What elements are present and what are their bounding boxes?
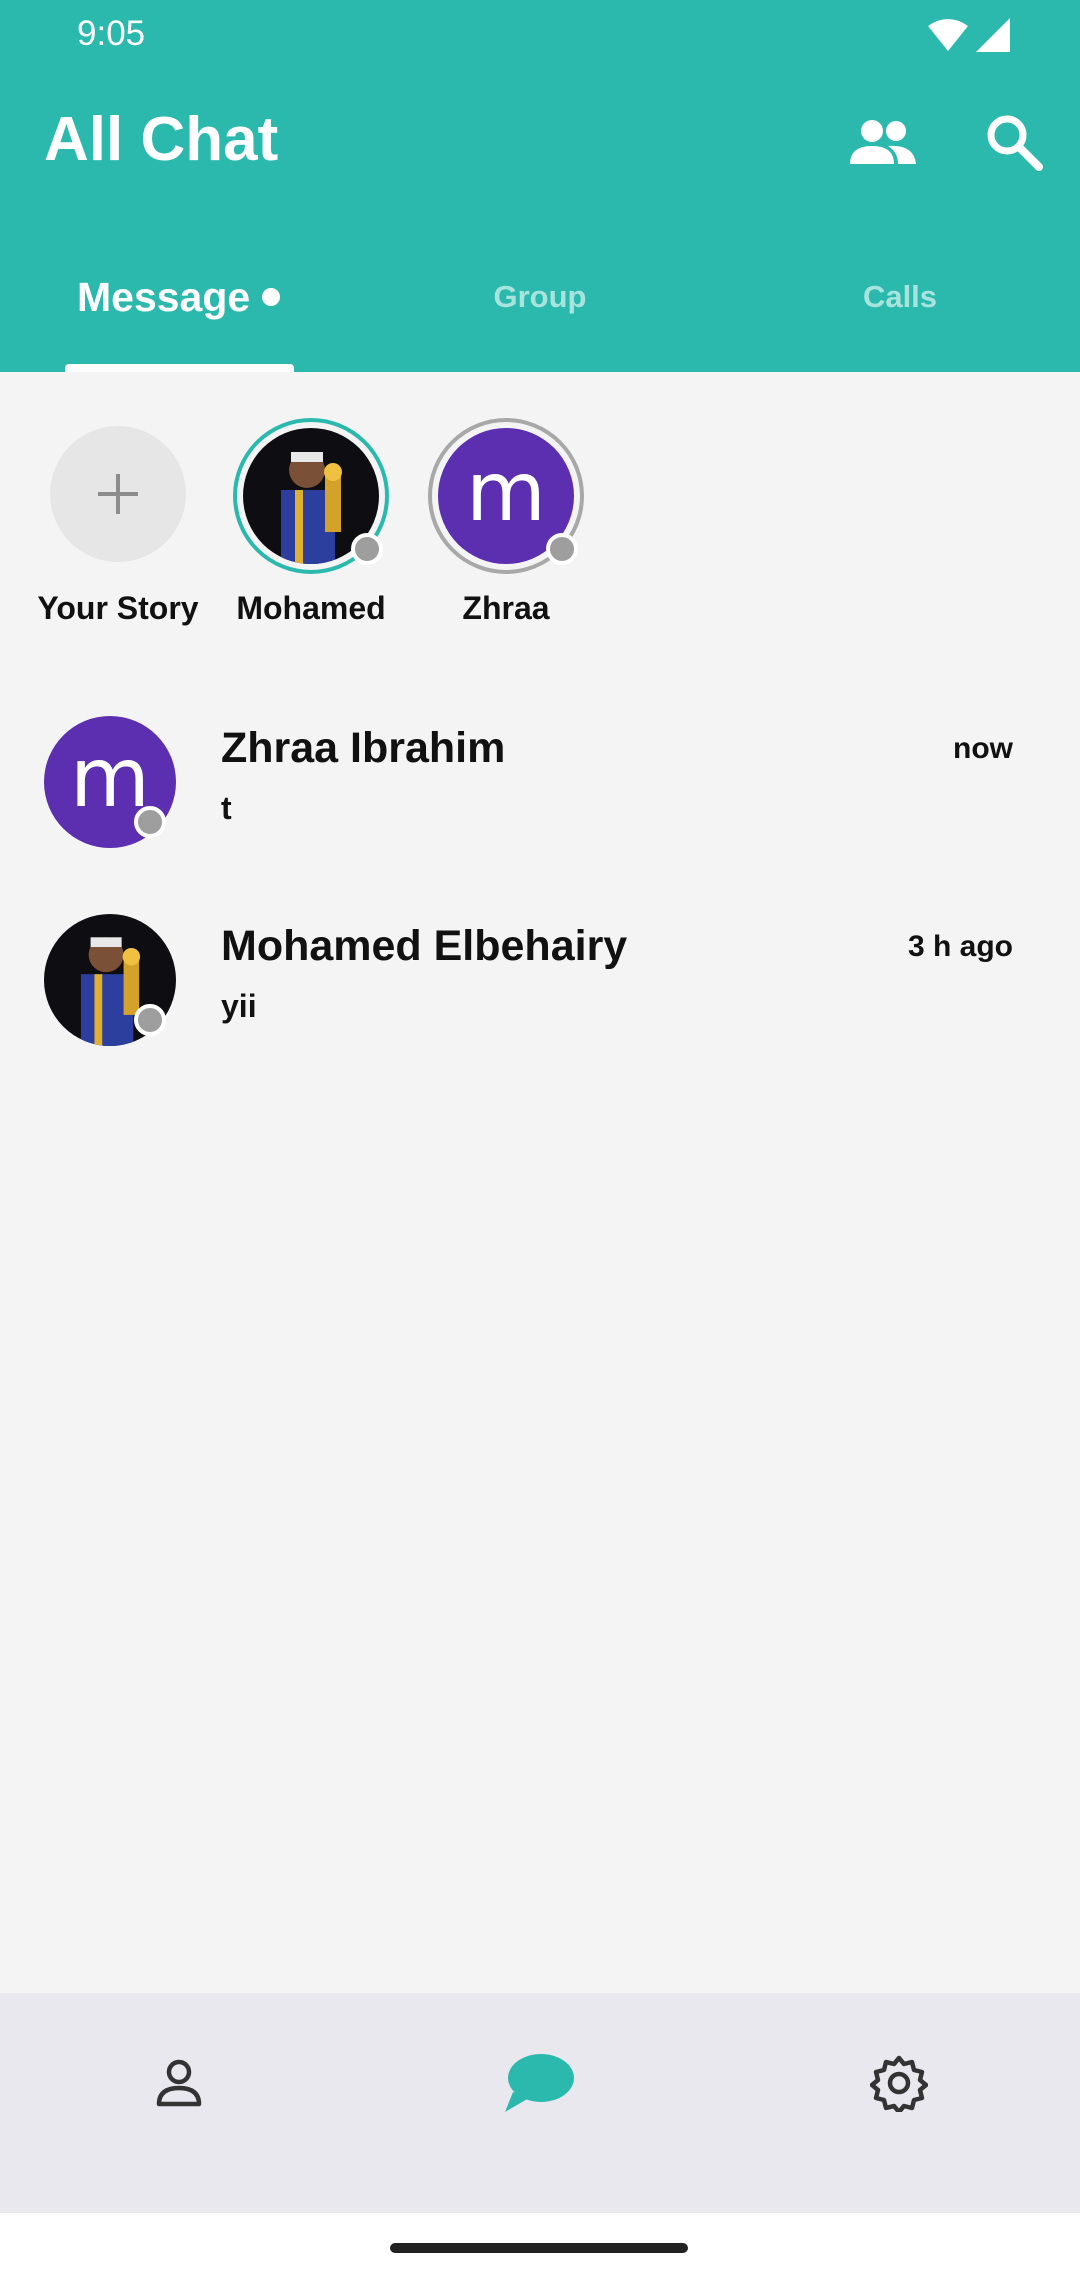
signal-icon	[976, 18, 1010, 52]
tab-message-label: Message	[77, 273, 251, 320]
story-label: Your Story	[37, 590, 199, 626]
home-gesture-bar[interactable]	[390, 2243, 688, 2253]
chat-last-message: yii	[221, 988, 257, 1024]
search-button[interactable]	[974, 106, 1054, 178]
chat-row-mohamed[interactable]: Mohamed Elbehairy yii 3 h ago	[0, 904, 1080, 1074]
search-icon	[987, 115, 1043, 171]
status-icons	[928, 18, 1010, 52]
page-title: All Chat	[44, 105, 279, 174]
chat-time: 3 h ago	[907, 930, 1013, 963]
gear-icon	[870, 2055, 928, 2112]
tab-calls-label: Calls	[862, 279, 938, 314]
profile-icon	[156, 2059, 202, 2107]
tab-message[interactable]: Message	[44, 262, 364, 332]
story-label: Mohamed	[236, 590, 386, 626]
app-header: 9:05 All Chat Message Group Calls	[0, 0, 1080, 372]
offline-status-dot	[351, 533, 383, 565]
bottom-nav	[0, 1993, 1080, 2213]
tab-indicator	[65, 364, 294, 372]
chat-row-zhraa[interactable]: m Zhraa Ibrahim t now	[0, 706, 1080, 876]
nav-settings[interactable]	[839, 2043, 959, 2123]
unread-dot	[262, 288, 281, 306]
friends-icon	[850, 120, 916, 164]
nav-profile[interactable]	[119, 2043, 239, 2123]
offline-status-dot	[546, 533, 578, 565]
tab-group-label: Group	[493, 279, 587, 314]
tab-calls[interactable]: Calls	[760, 262, 1040, 332]
nav-chats[interactable]	[479, 2043, 599, 2123]
chat-last-message: t	[221, 790, 232, 826]
wifi-icon	[928, 19, 968, 51]
gesture-area	[0, 2213, 1080, 2280]
chat-time: now	[953, 732, 1013, 765]
chat-name: Zhraa Ibrahim	[221, 724, 506, 772]
stories-row: Your Story Mohamed m Zhraa	[0, 410, 1080, 640]
chat-bubble-icon	[505, 2054, 574, 2112]
offline-status-dot	[134, 1004, 166, 1036]
chat-name: Mohamed Elbehairy	[221, 922, 628, 970]
offline-status-dot	[134, 806, 166, 838]
plus-icon	[98, 474, 138, 514]
friends-button[interactable]	[842, 106, 922, 178]
story-label: Zhraa	[462, 590, 550, 626]
tab-group[interactable]: Group	[400, 262, 680, 332]
add-story-button[interactable]	[50, 426, 186, 562]
status-time: 9:05	[77, 14, 146, 53]
